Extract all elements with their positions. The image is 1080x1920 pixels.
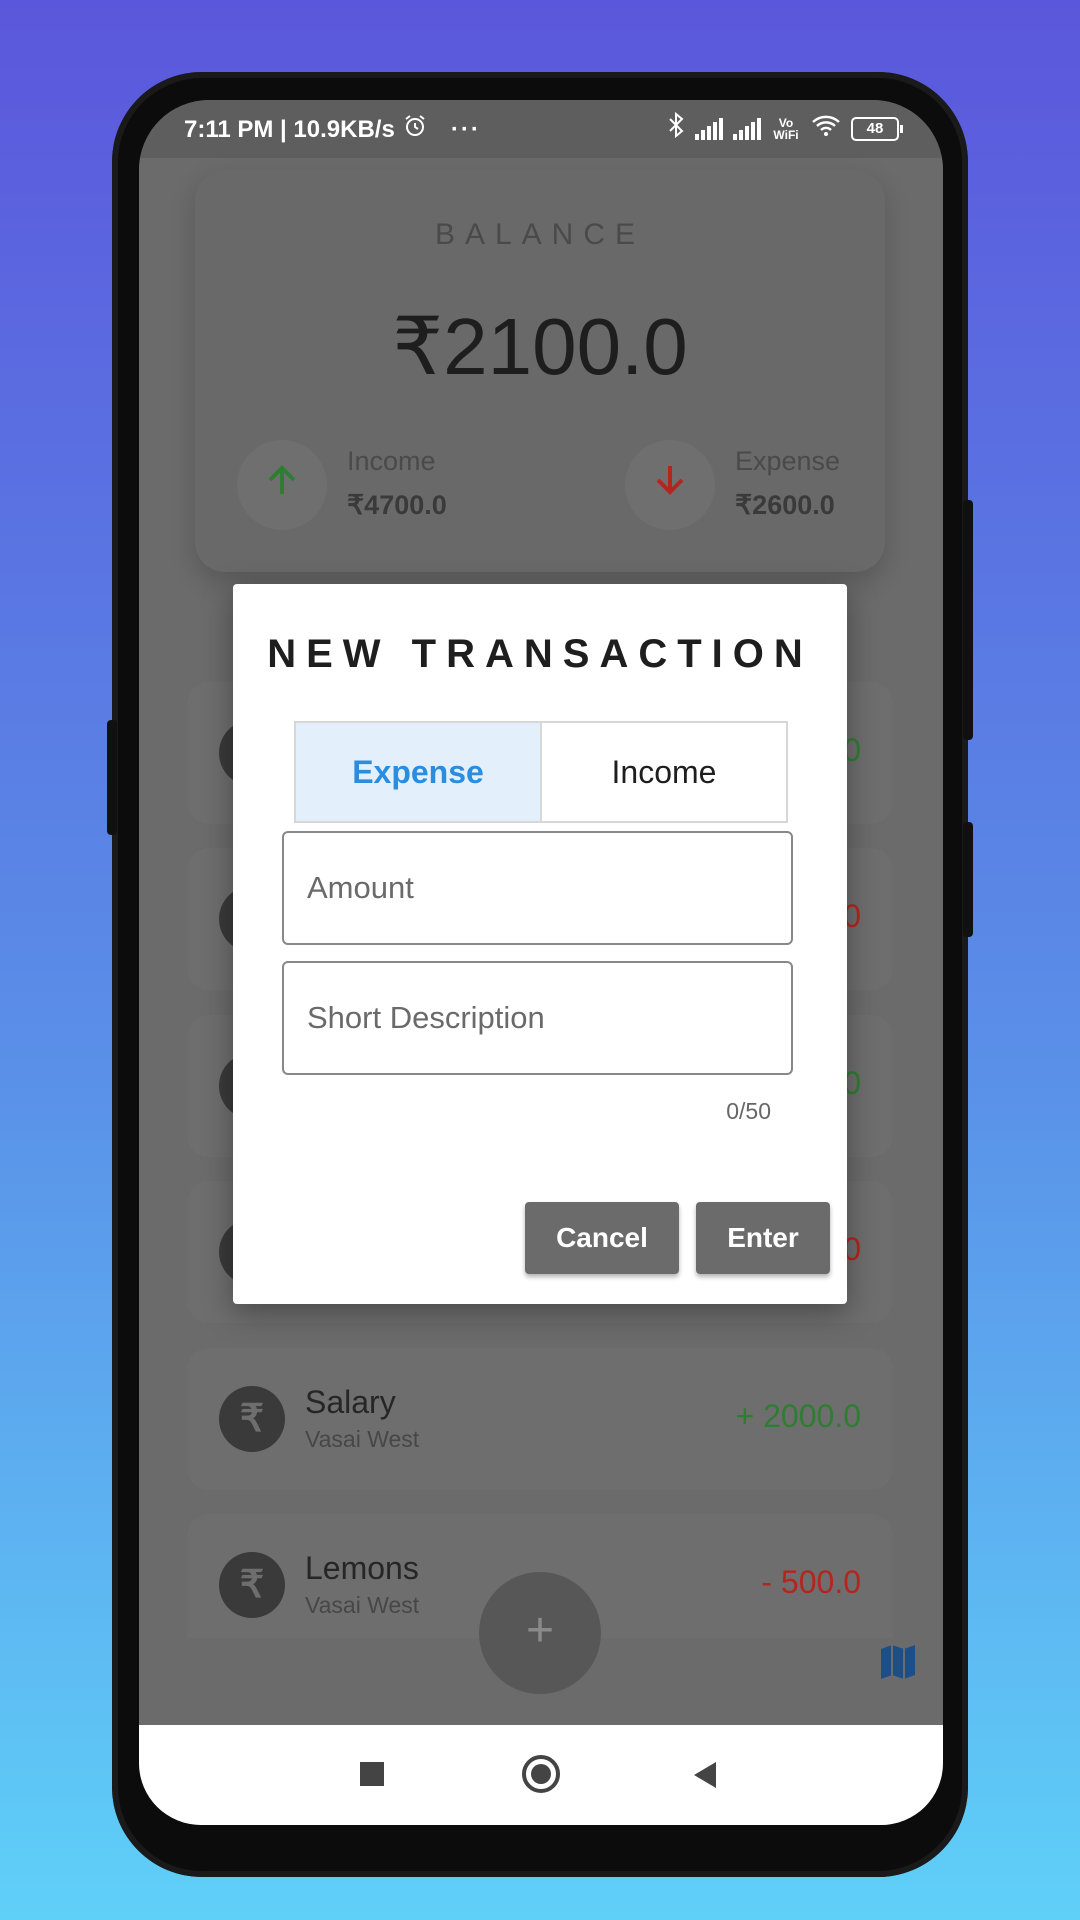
add-transaction-button[interactable]: + <box>479 1572 601 1694</box>
more-notifications-icon: ··· <box>450 115 481 143</box>
volume-button <box>963 822 973 937</box>
new-transaction-dialog: NEW TRANSACTION Expense Income Amount Sh… <box>233 584 847 1304</box>
expense-tab[interactable]: Expense <box>296 723 542 821</box>
expense-label: Expense <box>735 446 841 476</box>
transaction-location: Vasai West <box>305 1426 420 1452</box>
vowifi-label: Vo WiFi <box>773 115 799 142</box>
app-screen: 7:11 PM | 10.9KB/s ··· Vo WiFi 48 BALANC… <box>139 100 943 1825</box>
power-button <box>963 500 973 740</box>
transaction-title: Salary <box>305 1384 396 1420</box>
side-key-left <box>107 720 117 835</box>
transaction-title: Lemons <box>305 1550 419 1586</box>
transaction-amount: - 500.0 <box>761 1564 861 1600</box>
rupee-icon: ₹ <box>219 1552 285 1618</box>
wifi-icon <box>811 113 841 144</box>
amount-input[interactable]: Amount <box>282 831 793 945</box>
system-navigation-bar <box>139 1725 943 1825</box>
transaction-location: Vasai West <box>305 1592 420 1618</box>
description-input[interactable]: Short Description <box>282 961 793 1075</box>
balance-title: BALANCE <box>434 218 646 251</box>
expense-indicator <box>625 440 715 530</box>
map-icon[interactable] <box>879 1643 917 1686</box>
enter-button[interactable]: Enter <box>696 1202 830 1274</box>
arrow-down-icon <box>650 460 690 511</box>
signal-icon-1 <box>695 117 723 140</box>
back-icon[interactable] <box>694 1762 716 1788</box>
balance-amount: ₹2100.0 <box>392 302 688 391</box>
arrow-up-icon <box>262 460 302 511</box>
balance-card: BALANCE ₹2100.0 Income ₹4700.0 Expense ₹… <box>195 170 885 572</box>
bluetooth-icon <box>667 111 685 145</box>
alarm-icon <box>403 114 427 145</box>
expense-value: ₹2600.0 <box>735 490 835 520</box>
income-indicator <box>237 440 327 530</box>
rupee-icon: ₹ <box>219 1386 285 1452</box>
income-tab[interactable]: Income <box>542 723 786 821</box>
signal-icon-2 <box>733 117 761 140</box>
home-icon[interactable] <box>522 1755 560 1793</box>
dialog-title: NEW TRANSACTION <box>267 632 813 676</box>
status-time-speed: 7:11 PM | 10.9KB/s <box>184 115 395 143</box>
transaction-card[interactable]: ₹ Salary Vasai West + 2000.0 <box>187 1348 893 1490</box>
status-bar: 7:11 PM | 10.9KB/s ··· Vo WiFi 48 <box>139 100 943 158</box>
income-label: Income <box>347 446 436 476</box>
battery-icon: 48 <box>851 116 903 141</box>
recent-apps-icon[interactable] <box>360 1762 384 1786</box>
cancel-button[interactable]: Cancel <box>525 1202 679 1274</box>
transaction-amount: + 2000.0 <box>735 1398 861 1434</box>
transaction-type-toggle: Expense Income <box>294 721 788 823</box>
character-counter: 0/50 <box>726 1098 771 1124</box>
income-value: ₹4700.0 <box>347 490 447 520</box>
